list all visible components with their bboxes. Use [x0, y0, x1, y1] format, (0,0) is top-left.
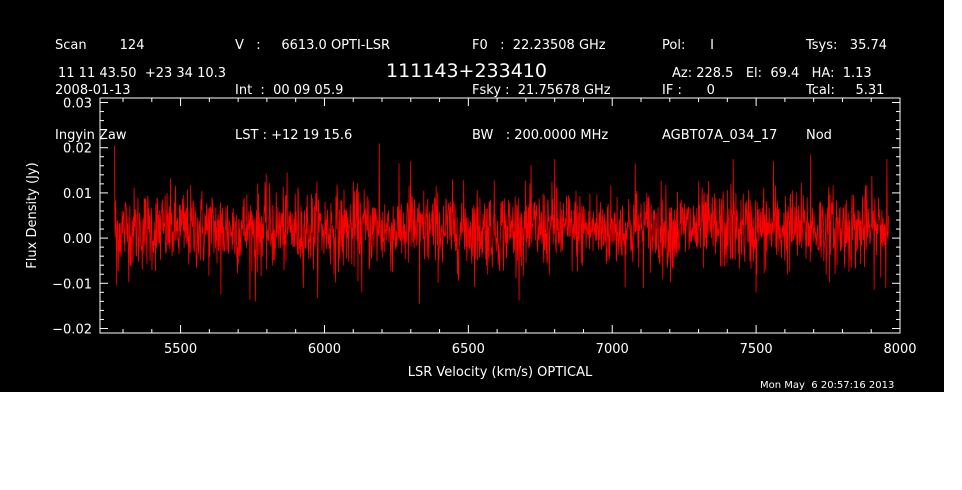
series-line-0: [113, 143, 889, 304]
x-tick-label: 5500: [164, 342, 197, 357]
y-tick-label: −0.01: [52, 277, 92, 292]
y-tick-label: 0.02: [63, 142, 92, 157]
spectrum-chart: 5500 6000 6500 7000 7500 8000 −0.02 −0.01 0.00 0.…: [25, 97, 917, 380]
timestamp: Mon May 6 20:57:16 2013: [760, 380, 895, 391]
x-tick-label: 8000: [883, 342, 916, 357]
x-tick-label: 6500: [452, 342, 485, 357]
x-tick-label: 7500: [740, 342, 773, 357]
y-tick-label: 0.00: [63, 232, 92, 247]
y-tick-label: 0.03: [63, 97, 92, 112]
y-tick-label: 0.01: [63, 187, 92, 202]
y-axis-label: Flux Density (Jy): [25, 162, 40, 268]
x-axis-label: LSR Velocity (km/s) OPTICAL: [408, 365, 593, 380]
x-tick-label: 7000: [596, 342, 629, 357]
y-tick-label: −0.02: [52, 322, 92, 337]
plot-panel: Scan 124 2008-01-13 Ingyin Zaw V : 6613.…: [0, 0, 944, 392]
x-tick-label: 6000: [308, 342, 341, 357]
